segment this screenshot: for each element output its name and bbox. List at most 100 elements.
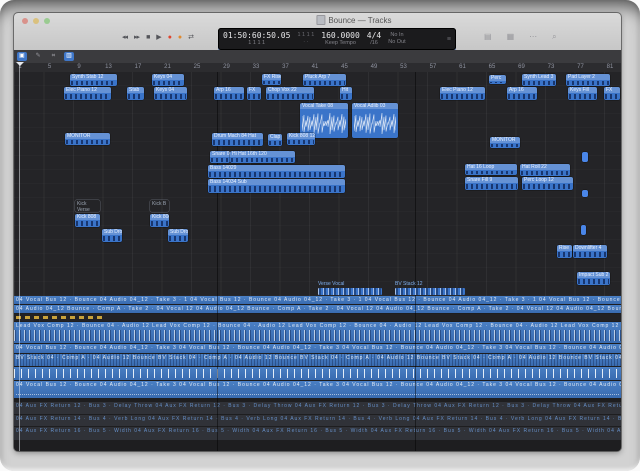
region-midi[interactable]: Hat 16 Loop xyxy=(465,164,517,175)
capture-button[interactable]: ● xyxy=(178,33,181,43)
region-midi[interactable]: Snare 08 xyxy=(210,151,230,163)
region-midi[interactable]: Keys Fill xyxy=(568,87,597,100)
record-button[interactable]: ● xyxy=(168,33,171,43)
region-midi[interactable]: Pad Layer 2 xyxy=(566,74,610,86)
region-midi[interactable]: Kick 808 12 xyxy=(287,133,315,145)
region-midi[interactable]: MONITOR xyxy=(490,137,520,148)
region-midi[interactable]: Rise xyxy=(557,245,572,258)
region-midi[interactable]: Elec Piano 12 xyxy=(440,87,485,100)
close-button[interactable] xyxy=(22,18,28,24)
region-midi[interactable]: Sub Drop xyxy=(168,229,188,242)
region-midi[interactable]: Sub Drop xyxy=(102,229,122,242)
region-midi[interactable]: Snare Fill 9 xyxy=(465,177,518,190)
track-lane-dark[interactable]: 04 Aux FX Return 16 · Bus 5 · Width 04 A… xyxy=(14,427,621,440)
region-midi[interactable]: Drum Mach 84 Hat xyxy=(212,133,263,146)
cycle-button[interactable]: ⇄ xyxy=(188,33,193,43)
region-audio[interactable]: Vocal Adlib 03 xyxy=(352,103,398,138)
minimize-button[interactable] xyxy=(33,18,39,24)
region-notes xyxy=(466,184,517,189)
region-midi[interactable]: Arp 16 xyxy=(214,87,244,100)
region-midi[interactable]: Hat Roll 22 xyxy=(520,164,570,176)
list-editors-icon[interactable]: ▤ xyxy=(484,32,492,42)
region-name: Arp 16 xyxy=(214,87,244,93)
marquee-tool-icon[interactable]: ⌗ xyxy=(50,52,57,61)
play-button[interactable]: ▶ xyxy=(156,33,160,43)
region-name: FX Riser xyxy=(262,74,281,80)
region-ghost[interactable]: Kick B xyxy=(150,200,169,212)
region-name: Vocal Adlib 03 xyxy=(352,103,398,109)
region-tick[interactable] xyxy=(582,190,588,197)
region-midi[interactable]: Downlifter 4 xyxy=(573,245,607,258)
playhead[interactable] xyxy=(19,62,20,451)
region-midi[interactable]: Kick 808 xyxy=(75,214,100,227)
region-midi[interactable]: Impact Sub 2 xyxy=(577,272,610,285)
region-midi[interactable]: Perc xyxy=(489,75,506,84)
track-lane-dark[interactable]: 04 Aux FX Return 14 · Bus 4 · Verb Long … xyxy=(14,415,621,426)
arrange-area[interactable]: Synth Stab 12 Keys 04 FX Riser Pluck Arp 7 P… xyxy=(14,72,621,296)
forward-button[interactable]: ▸▸ xyxy=(134,33,139,43)
region-midi[interactable]: Hi Hat 16th 120 xyxy=(230,151,295,163)
region-midi[interactable]: Arp 16 xyxy=(507,87,537,100)
region-name: Chop Vox 22 xyxy=(266,87,314,93)
region-midi[interactable]: Hit xyxy=(340,87,352,100)
rewind-button[interactable]: ◂◂ xyxy=(122,33,127,43)
region-name: Perc Loop 12 xyxy=(522,177,573,183)
region-midi[interactable]: FX xyxy=(604,87,620,100)
region-midi[interactable]: FX Riser xyxy=(262,74,281,85)
region-midi[interactable]: Synth Lead 3 xyxy=(522,74,556,86)
track-lane-names[interactable]: 04 Audio 04_12 Bounce · Comp A · Take 2 … xyxy=(14,305,621,313)
track-lane-names[interactable]: 04 Vocal Bus 12 · Bounce 04 Audio 04_12 … xyxy=(14,296,621,304)
waveform-strip xyxy=(395,288,465,295)
ruler-tick: 77 xyxy=(577,64,584,70)
track-lane-namesline[interactable]: 04 Vocal Bus 12 · Bounce 04 Audio 04_12 … xyxy=(14,381,621,398)
region-tick[interactable] xyxy=(581,225,586,235)
region-midi[interactable]: Kick 808 xyxy=(150,214,169,227)
inspector-toggle-icon[interactable]: ▥ xyxy=(64,52,74,61)
pencil-tool-icon[interactable]: ✎ xyxy=(34,52,43,61)
region-name: Impact Sub 2 xyxy=(577,272,610,278)
track-lane-wavetall[interactable]: Lead Vox Comp 12 · Bounce 04 · Audio 12 … xyxy=(14,322,621,343)
stop-button[interactable]: ■ xyxy=(146,33,149,43)
track-lane-ticks[interactable] xyxy=(14,367,621,380)
region-midi[interactable]: Pluck Arp 7 xyxy=(303,74,346,86)
region-notes xyxy=(490,82,505,83)
region-midi[interactable]: Bass 14029 xyxy=(208,165,345,178)
ruler-tick: 69 xyxy=(518,64,525,70)
tool-icons: ▣ ✎ ⌗ ▥ xyxy=(17,52,74,61)
region-midi[interactable]: MONITOR xyxy=(65,133,110,145)
region-ghost[interactable]: Kick Verse xyxy=(75,200,100,212)
track-lane-automation[interactable] xyxy=(14,314,621,321)
lcd-mode-menu-icon[interactable]: ≡ xyxy=(447,36,451,43)
region-midi[interactable]: Bass 14034 Sub xyxy=(208,179,345,193)
window-title: Bounce — Tracks xyxy=(316,15,391,25)
more-icon[interactable]: ⋯ xyxy=(529,32,537,42)
region-name: MONITOR xyxy=(490,137,520,143)
region-midi[interactable]: Elec Piano 12 xyxy=(64,87,111,100)
region-labelwave[interactable]: Verse Vocal xyxy=(318,281,382,295)
mixer-icon[interactable]: ▦ xyxy=(507,32,515,42)
window-controls xyxy=(22,18,50,24)
division-value: /16 xyxy=(367,40,381,47)
zoom-button[interactable] xyxy=(44,18,50,24)
position-value: 1 1 1 1 xyxy=(223,40,290,47)
lcd-display[interactable]: 01:50:60:50.05 1 1 1 1 1 1 1 1 · · 160.0… xyxy=(218,28,456,50)
region-name: Kick 808 xyxy=(150,214,169,220)
track-lane-names[interactable]: 04 Vocal Bus 12 · Bounce 04 Audio 04_12 … xyxy=(14,344,621,353)
region-midi[interactable]: Keys 04 xyxy=(154,87,187,100)
region-midi[interactable]: Synth Stab 12 xyxy=(70,74,117,86)
region-midi[interactable]: Clap xyxy=(268,134,282,146)
region-midi[interactable]: Stab xyxy=(127,87,144,100)
library-toggle-icon[interactable]: ▣ xyxy=(17,52,27,61)
search-icon[interactable]: ⌕ xyxy=(552,32,556,42)
track-lane-nameswave[interactable]: BV Stack 04 · Comp A · 04 Audio 12 Bounc… xyxy=(14,354,621,366)
region-name: Synth Stab 12 xyxy=(70,74,117,80)
region-midi[interactable]: Perc Loop 12 xyxy=(522,177,573,190)
region-midi[interactable]: Chop Vox 22 xyxy=(266,87,314,100)
region-labelwave[interactable]: BV Stack 12 xyxy=(395,281,465,295)
track-lane-dark[interactable]: 04 Aux FX Return 12 · Bus 3 · Delay Thro… xyxy=(14,402,621,414)
lanes-area[interactable]: 04 Vocal Bus 12 · Bounce 04 Audio 04_12 … xyxy=(14,296,621,451)
region-midi[interactable]: Keys 04 xyxy=(152,74,184,86)
region-tick[interactable] xyxy=(582,152,588,162)
region-notes xyxy=(523,81,555,85)
region-midi[interactable]: FX xyxy=(247,87,261,100)
